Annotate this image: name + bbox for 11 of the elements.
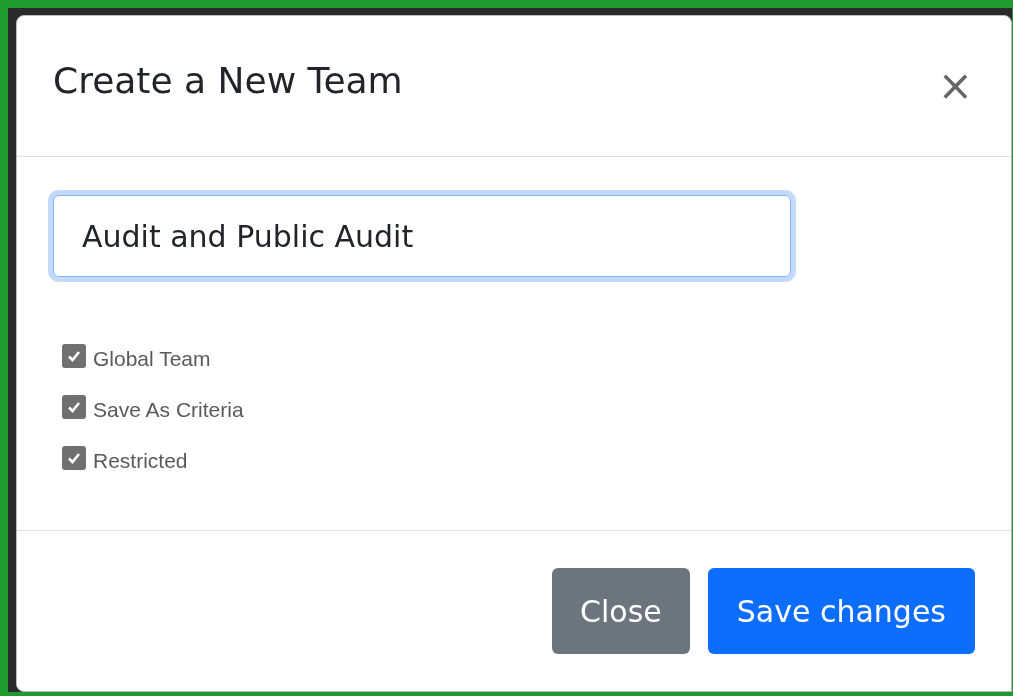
dialog-title: Create a New Team — [53, 59, 403, 101]
save-button[interactable]: Save changes — [707, 568, 975, 654]
checkbox-label: Global Team — [93, 347, 211, 371]
checkbox[interactable] — [62, 395, 86, 419]
close-button[interactable]: × — [937, 65, 973, 107]
checkbox-label: Restricted — [93, 449, 188, 473]
checkbox[interactable] — [62, 446, 86, 470]
checkbox[interactable] — [62, 344, 86, 368]
team-name-field[interactable]: Audit and Public Audit — [53, 195, 791, 277]
close-button[interactable]: Close — [552, 568, 690, 654]
checkbox-label: Save As Criteria — [93, 398, 244, 422]
